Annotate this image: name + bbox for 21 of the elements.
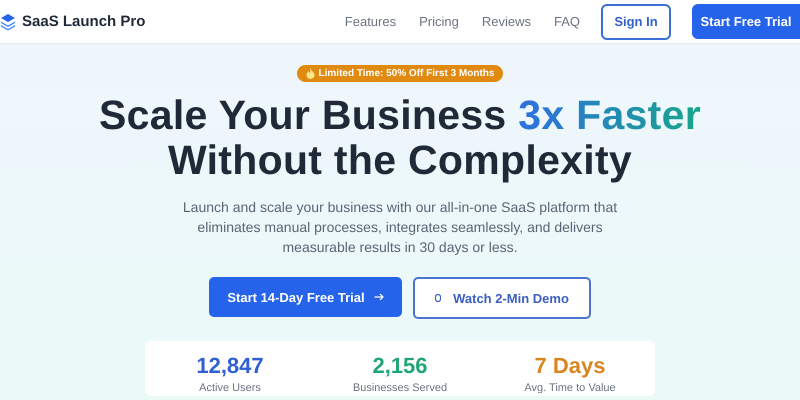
stat-value: 2,156	[372, 353, 428, 379]
sign-in-button[interactable]: Sign In	[601, 4, 671, 40]
nav-link[interactable]: Reviews	[482, 14, 531, 29]
stat-label: Avg. Time to Value	[524, 382, 616, 394]
stat-label: Active Users	[199, 382, 261, 394]
headline: Scale Your Business 3x Faster Without the Complexity	[99, 93, 701, 183]
start-free-trial-button[interactable]: Start 14-Day Free Trial	[209, 277, 402, 317]
stat-value: 12,847	[196, 353, 264, 379]
nav-link[interactable]: FAQ	[554, 14, 580, 29]
start-trial-button[interactable]: Start Free Trial	[692, 4, 800, 39]
watch-demo-button[interactable]: Watch 2-Min Demo	[413, 277, 591, 319]
stat-value: 7 Days	[534, 353, 606, 379]
flame-icon	[306, 68, 315, 79]
nav-link[interactable]: Pricing	[419, 14, 459, 29]
brand-name: SaaS Launch Pro	[22, 13, 146, 30]
hero-subtitle: Launch and scale your business with our all-in-one SaaS platform that eliminates manual processes, integrates seamlessly, and delivers measurable results in 30 days or less.	[182, 198, 618, 257]
promo-badge: Limited Time: 50% Off First 3 Months	[296, 65, 504, 82]
stat-label: Businesses Served	[352, 382, 448, 394]
arrow-right-icon	[374, 293, 384, 301]
layers-icon	[0, 12, 16, 30]
nav-link[interactable]: Features	[344, 14, 396, 29]
